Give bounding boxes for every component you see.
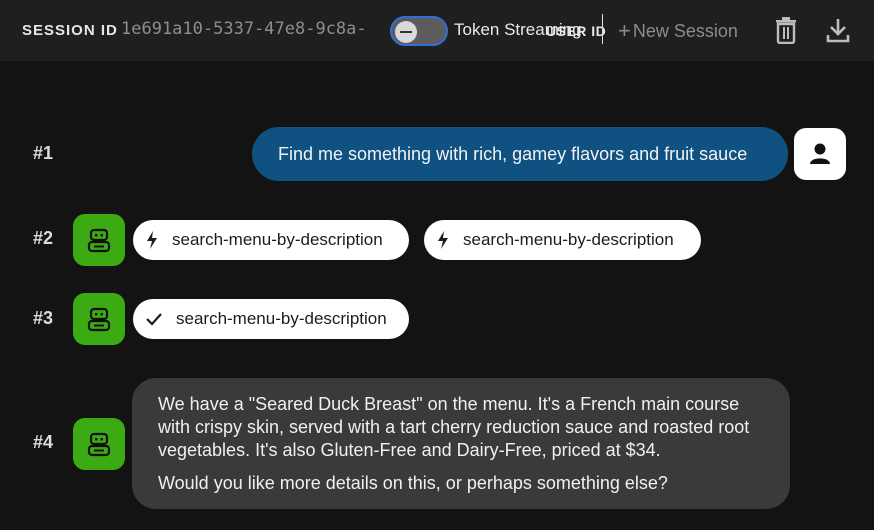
new-session-label: New Session xyxy=(632,20,738,41)
top-bar: SESSION ID 1e691a10-5337-47e8-9c8a- Toke… xyxy=(0,0,874,61)
message-number: #1 xyxy=(33,143,54,163)
robot-icon xyxy=(73,214,125,266)
session-id-label: SESSION ID xyxy=(22,22,118,39)
message-number: #3 xyxy=(33,308,54,328)
download-icon[interactable] xyxy=(825,16,851,44)
tool-call-label: search-menu-by-description xyxy=(463,230,674,249)
toggle-knob xyxy=(395,21,417,43)
user-id-input[interactable] xyxy=(602,14,614,44)
bot-message-bubble: We have a "Seared Duck Breast" on the me… xyxy=(132,378,790,509)
tool-result-chip[interactable]: search-menu-by-description xyxy=(133,299,409,339)
tool-call-label: search-menu-by-description xyxy=(172,230,383,249)
lightning-icon xyxy=(438,231,448,249)
tool-call-chip[interactable]: search-menu-by-description xyxy=(424,220,701,260)
bot-message-paragraph: We have a "Seared Duck Breast" on the me… xyxy=(158,394,750,460)
tool-call-chip[interactable]: search-menu-by-description xyxy=(133,220,409,260)
robot-icon xyxy=(73,293,125,345)
user-message-bubble: Find me something with rich, gamey flavo… xyxy=(252,127,788,181)
user-message-text: Find me something with rich, gamey flavo… xyxy=(278,143,748,164)
user-id-label: USER ID xyxy=(546,23,607,39)
robot-icon xyxy=(73,418,125,470)
message-number: #2 xyxy=(33,228,54,248)
trash-icon[interactable] xyxy=(773,16,799,45)
bot-message-paragraph: Would you like more details on this, or … xyxy=(158,473,668,493)
session-id-value[interactable]: 1e691a10-5337-47e8-9c8a- xyxy=(121,19,367,39)
message-number: #4 xyxy=(33,432,54,452)
plus-icon: + xyxy=(618,18,631,43)
token-streaming-toggle[interactable] xyxy=(390,16,448,46)
person-icon xyxy=(794,128,846,180)
checkmark-icon xyxy=(146,313,162,326)
tool-result-label: search-menu-by-description xyxy=(176,309,387,328)
lightning-icon xyxy=(147,231,157,249)
new-session-button[interactable]: + New Session xyxy=(618,19,738,43)
